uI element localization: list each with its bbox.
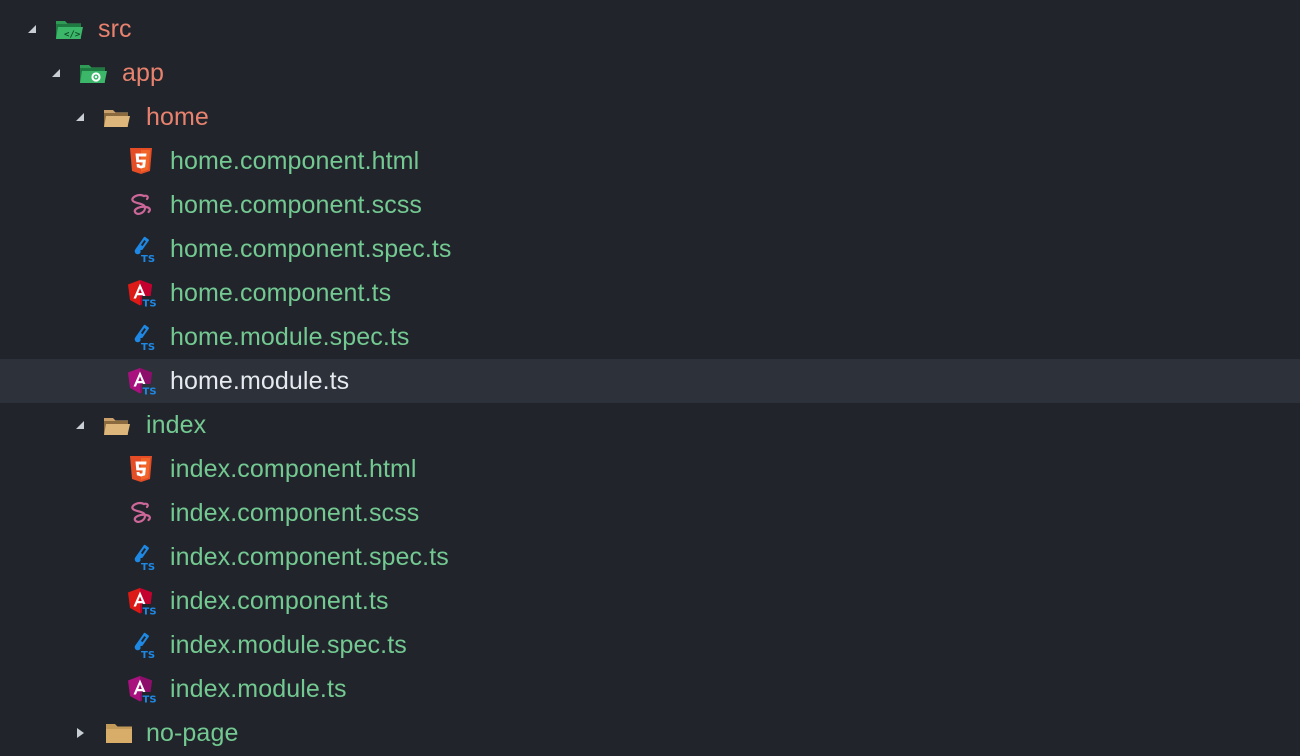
- tree-folder-label: src: [98, 15, 132, 43]
- tree-file-index-component-scss[interactable]: index.component.scss: [0, 491, 1300, 535]
- tree-file-label: home.module.ts: [170, 367, 350, 395]
- tree-file-label: index.component.html: [170, 455, 417, 483]
- svg-text:TS: TS: [143, 695, 157, 705]
- tree-file-label: index.module.ts: [170, 675, 347, 703]
- angular-component-icon: [126, 586, 156, 616]
- tree-folder-src[interactable]: </> src: [0, 7, 1300, 51]
- tree-file-label: home.component.ts: [170, 279, 392, 307]
- chevron-expanded-icon[interactable]: [22, 7, 42, 51]
- tree-file-label: home.module.spec.ts: [170, 323, 410, 351]
- tree-file-home-component-spec-ts[interactable]: home.component.spec.ts: [0, 227, 1300, 271]
- tree-folder-label: home: [146, 103, 209, 131]
- chevron-expanded-icon[interactable]: [70, 95, 90, 139]
- tree-file-label: index.component.ts: [170, 587, 389, 615]
- chevron-collapsed-icon[interactable]: [70, 711, 90, 755]
- angular-module-icon: TS: [126, 674, 156, 704]
- sass-icon: [126, 498, 156, 528]
- tree-file-index-module-spec-ts[interactable]: index.module.spec.ts: [0, 623, 1300, 667]
- folder-src-open-icon: </>: [54, 14, 84, 44]
- tree-file-index-component-html[interactable]: index.component.html: [0, 447, 1300, 491]
- chevron-expanded-icon[interactable]: [70, 403, 90, 447]
- tree-file-home-component-ts[interactable]: home.component.ts: [0, 271, 1300, 315]
- html5-icon: [126, 146, 156, 176]
- tree-file-label: home.component.scss: [170, 191, 423, 219]
- tree-file-index-component-ts[interactable]: index.component.ts: [0, 579, 1300, 623]
- folder-open-icon: [102, 410, 132, 440]
- test-ts-icon: [126, 542, 156, 572]
- tree-folder-app[interactable]: app: [0, 51, 1300, 95]
- tree-folder-home[interactable]: home: [0, 95, 1300, 139]
- tree-file-label: home.component.html: [170, 147, 420, 175]
- angular-component-icon: [126, 278, 156, 308]
- tree-file-index-module-ts[interactable]: TS index.module.ts: [0, 667, 1300, 711]
- tree-folder-label: index: [146, 411, 207, 439]
- folder-open-icon: [102, 102, 132, 132]
- tree-file-label: index.component.scss: [170, 499, 420, 527]
- folder-closed-icon: [104, 718, 134, 748]
- chevron-expanded-icon[interactable]: [46, 51, 66, 95]
- tree-folder-label: app: [122, 59, 165, 87]
- angular-module-icon: [126, 366, 156, 396]
- tree-folder-no-page[interactable]: no-page: [0, 711, 1300, 755]
- sass-icon: [126, 190, 156, 220]
- tree-file-home-module-ts[interactable]: home.module.ts: [0, 359, 1300, 403]
- html5-icon: [126, 454, 156, 484]
- svg-text:</>: </>: [64, 30, 81, 40]
- tree-file-label: index.component.spec.ts: [170, 543, 449, 571]
- tree-folder-index[interactable]: index: [0, 403, 1300, 447]
- test-ts-icon: [126, 234, 156, 264]
- tree-file-label: index.module.spec.ts: [170, 631, 407, 659]
- test-ts-icon: [126, 630, 156, 660]
- tree-file-home-component-html[interactable]: home.component.html: [0, 139, 1300, 183]
- file-explorer-tree: </> src app home home.component.html hom…: [0, 0, 1300, 756]
- tree-file-index-component-spec-ts[interactable]: index.component.spec.ts: [0, 535, 1300, 579]
- tree-file-home-component-scss[interactable]: home.component.scss: [0, 183, 1300, 227]
- tree-folder-label: no-page: [146, 719, 239, 747]
- folder-app-open-icon: [78, 58, 108, 88]
- tree-file-label: home.component.spec.ts: [170, 235, 452, 263]
- test-ts-icon: [126, 322, 156, 352]
- tree-file-home-module-spec-ts[interactable]: home.module.spec.ts: [0, 315, 1300, 359]
